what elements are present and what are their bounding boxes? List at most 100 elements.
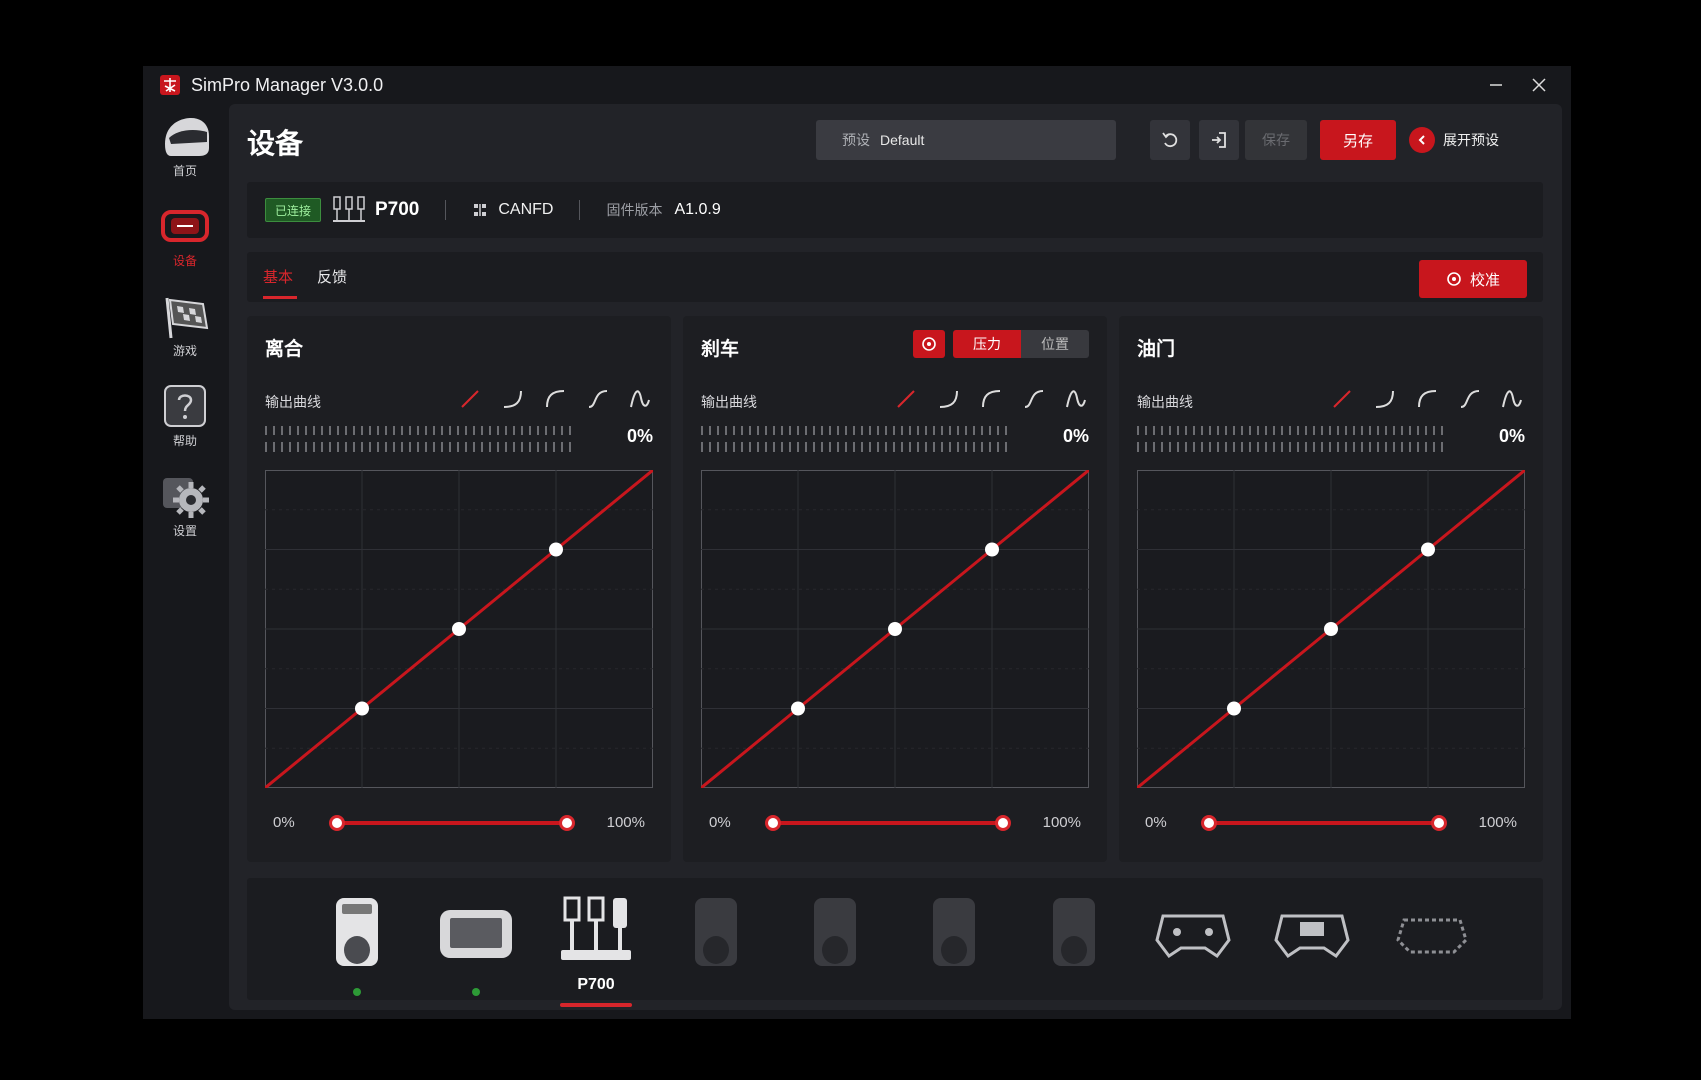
expand-presets-button[interactable]: 展开预设 — [1409, 120, 1499, 160]
calibrate-button[interactable]: 校准 — [1419, 260, 1527, 298]
dock-item-pedals[interactable]: P700 — [556, 894, 636, 1007]
tab-bar: 基本 反馈 校准 — [247, 252, 1543, 302]
close-icon[interactable] — [1525, 72, 1553, 98]
s-curve-icon[interactable] — [1021, 386, 1047, 412]
dock-item-wheelbase[interactable] — [1034, 894, 1114, 994]
dock-item-wheelbase[interactable] — [676, 894, 756, 994]
mode-position-button[interactable]: 位置 — [1021, 330, 1089, 358]
curve-point-handle[interactable] — [452, 622, 466, 636]
curve-graph[interactable] — [701, 470, 1089, 788]
undo-button[interactable] — [1150, 120, 1190, 160]
target-icon[interactable] — [913, 330, 945, 358]
sidebar-item-games[interactable]: 游戏 — [143, 294, 227, 359]
sidebar-item-settings[interactable]: 设置 — [143, 474, 227, 539]
dock-item-wheelbase[interactable] — [795, 894, 875, 994]
range-max-handle[interactable] — [1431, 815, 1447, 831]
concave-curve-icon[interactable] — [1372, 386, 1398, 412]
save-button[interactable]: 保存 — [1245, 120, 1307, 160]
dock-item-wheelbase[interactable] — [317, 894, 397, 996]
input-meter — [265, 426, 575, 452]
steering-wheel-device-icon — [1274, 914, 1350, 959]
sidebar-item-label: 帮助 — [172, 434, 197, 448]
import-icon — [1212, 132, 1226, 148]
sidebar-item-home[interactable]: 首页 — [143, 114, 227, 179]
sidebar-item-device[interactable]: 设备 — [143, 204, 227, 269]
curve-point-handle[interactable] — [1227, 701, 1241, 716]
dock-item-steering-wheel[interactable] — [1153, 894, 1233, 994]
concave-curve-icon[interactable] — [936, 386, 962, 412]
convex-curve-icon[interactable] — [978, 386, 1004, 412]
range-max-handle[interactable] — [995, 815, 1011, 831]
connected-indicator — [472, 988, 480, 996]
device-protocol: CANFD — [498, 201, 554, 218]
wave-curve-icon[interactable] — [627, 386, 653, 412]
curve-presets — [893, 386, 1089, 412]
curve-label: 输出曲线 — [701, 394, 757, 410]
dock-item-dashboard[interactable] — [436, 894, 516, 996]
curve-point-handle[interactable] — [1324, 622, 1338, 636]
connected-indicator — [353, 988, 361, 996]
gear-icon — [163, 478, 209, 518]
minimize-icon[interactable] — [1482, 72, 1510, 98]
curve-point-handle[interactable] — [888, 622, 902, 636]
save-as-button[interactable]: 另存 — [1320, 120, 1396, 160]
range-min-handle[interactable] — [329, 815, 345, 831]
mode-pressure-button[interactable]: 压力 — [953, 330, 1021, 358]
wave-curve-icon[interactable] — [1063, 386, 1089, 412]
linear-curve-icon[interactable] — [893, 386, 919, 412]
device-info-bar: 已连接 P700 CANFD 固件版本 A1.0.9 — [247, 182, 1543, 238]
curve-point-handle[interactable] — [791, 701, 805, 716]
linear-curve-icon[interactable] — [457, 386, 483, 412]
input-meter — [1137, 426, 1447, 452]
network-icon — [474, 204, 487, 216]
target-icon — [1447, 272, 1461, 286]
brake-mode-toggle: 压力 位置 — [913, 330, 1089, 358]
dock-item-steering-wheel[interactable] — [1392, 894, 1472, 994]
sidebar-item-help[interactable]: 帮助 — [143, 384, 227, 449]
steering-wheel-device-icon — [1155, 914, 1231, 959]
tab-basic[interactable]: 基本 — [263, 266, 293, 287]
range-track — [777, 821, 1007, 825]
firmware-version: A1.0.9 — [674, 201, 721, 218]
curve-point-handle[interactable] — [1421, 542, 1435, 557]
curve-graph[interactable] — [265, 470, 653, 788]
concave-curve-icon[interactable] — [500, 386, 526, 412]
curve-label: 输出曲线 — [1137, 394, 1193, 410]
dashboard-device-icon — [440, 910, 512, 958]
sidebar-item-label: 设置 — [172, 524, 197, 538]
dock-item-steering-wheel[interactable] — [1272, 894, 1352, 994]
help-icon — [164, 385, 206, 427]
s-curve-icon[interactable] — [1457, 386, 1483, 412]
page-title: 设备 — [247, 128, 304, 159]
curve-point-handle[interactable] — [549, 542, 563, 557]
device-name: P700 — [375, 199, 420, 220]
wheelbase-device-icon — [933, 898, 975, 966]
sidebar-item-label: 游戏 — [172, 344, 197, 358]
expand-presets-label: 展开预设 — [1443, 132, 1499, 148]
curve-point-handle[interactable] — [355, 701, 369, 716]
curve-graph[interactable] — [1137, 470, 1525, 788]
range-max-handle[interactable] — [559, 815, 575, 831]
dock-item-wheelbase[interactable] — [914, 894, 994, 994]
range-min-handle[interactable] — [765, 815, 781, 831]
s-curve-icon[interactable] — [585, 386, 611, 412]
range-track — [341, 821, 571, 825]
range-min-label: 0% — [273, 814, 295, 831]
percent-readout: 0% — [626, 426, 653, 446]
convex-curve-icon[interactable] — [542, 386, 568, 412]
pedals-icon — [333, 196, 365, 222]
import-button[interactable] — [1199, 120, 1239, 160]
app-window: SimPro Manager V3.0.0 首页 设备 游戏 帮助 设置 设备 … — [143, 66, 1571, 1019]
panel-title: 油门 — [1137, 339, 1176, 360]
steering-wheel-device-icon — [1396, 918, 1468, 954]
divider — [579, 200, 581, 220]
percent-readout: 0% — [1062, 426, 1089, 446]
range-min-handle[interactable] — [1201, 815, 1217, 831]
wave-curve-icon[interactable] — [1499, 386, 1525, 412]
curve-point-handle[interactable] — [985, 542, 999, 557]
convex-curve-icon[interactable] — [1414, 386, 1440, 412]
linear-curve-icon[interactable] — [1329, 386, 1355, 412]
preset-selector[interactable]: 预设 Default — [816, 120, 1116, 160]
tab-feedback[interactable]: 反馈 — [317, 266, 347, 287]
title-bar: SimPro Manager V3.0.0 — [143, 66, 1571, 104]
